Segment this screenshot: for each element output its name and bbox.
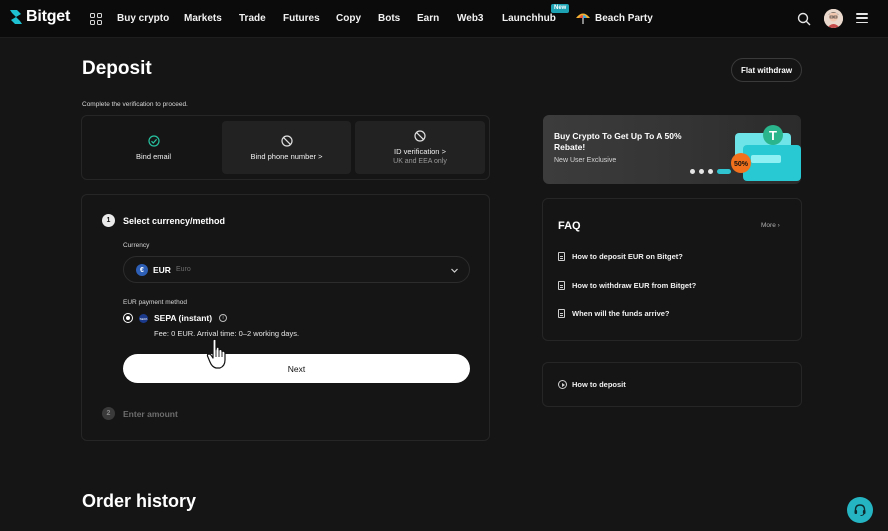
verify-step-label: Bind email	[135, 151, 172, 161]
umbrella-icon	[576, 13, 590, 24]
currency-select[interactable]: € EUR Euro	[123, 256, 470, 283]
carousel-dot[interactable]	[708, 169, 713, 174]
nav-bots[interactable]: Bots	[378, 13, 400, 24]
play-circle-icon	[558, 380, 567, 389]
faq-item-label: How to withdraw EUR from Bitget?	[572, 281, 697, 290]
hamburger-menu-icon[interactable]	[856, 13, 868, 23]
verification-note: Complete the verification to proceed.	[82, 101, 188, 108]
nav-copy[interactable]: Copy	[336, 13, 361, 24]
apps-grid-icon[interactable]	[90, 13, 102, 25]
faq-item-label: When will the funds arrive?	[572, 309, 670, 318]
order-history-title: Order history	[82, 491, 197, 511]
step-title: Enter amount	[123, 409, 178, 419]
promo-subtitle: New User Exclusive	[554, 157, 617, 164]
new-badge: New	[551, 4, 570, 13]
document-icon	[558, 281, 565, 290]
svg-text:T: T	[769, 128, 777, 143]
verify-step-email: Bind email	[88, 121, 219, 174]
faq-title: FAQ	[558, 220, 581, 232]
verify-step-phone[interactable]: Bind phone number >	[222, 121, 351, 174]
nav-launchhub[interactable]: Launchhub	[502, 13, 556, 24]
faq-item[interactable]: When will the funds arrive?	[558, 309, 670, 318]
brand-name: Bitget	[26, 8, 71, 25]
sepa-radio[interactable]	[123, 313, 133, 323]
faq-more-label: More	[761, 222, 776, 229]
carousel-dot[interactable]	[699, 169, 704, 174]
step-title: Select currency/method	[123, 216, 226, 226]
how-to-deposit-card[interactable]: How to deposit	[542, 362, 802, 407]
flat-withdraw-button[interactable]: Flat withdraw	[731, 58, 802, 82]
currency-code: EUR	[153, 265, 171, 275]
nav-earn[interactable]: Earn	[417, 13, 439, 24]
check-circle-icon	[147, 134, 160, 147]
promo-badge: 50%	[734, 161, 749, 168]
info-icon[interactable]: i	[219, 314, 227, 322]
search-icon[interactable]	[797, 12, 811, 26]
nav-markets[interactable]: Markets	[184, 13, 222, 24]
payment-method-name[interactable]: SEPA (instant)	[154, 313, 212, 323]
bitget-logo-icon	[10, 10, 22, 24]
avatar-face-icon	[824, 9, 843, 28]
headset-icon	[854, 504, 866, 516]
nav-web3[interactable]: Web3	[457, 13, 484, 24]
top-nav: Bitget Buy crypto Markets Trade Futures …	[0, 0, 888, 38]
nav-beach-party[interactable]: Beach Party	[595, 13, 653, 24]
block-icon	[414, 130, 426, 142]
carousel-dot-active[interactable]	[717, 169, 731, 174]
verify-step-label: ID verification >	[394, 147, 446, 156]
verification-steps: Bind email Bind phone number > ID verifi…	[81, 115, 490, 180]
promo-title: Buy Crypto To Get Up To A 50% Rebate!	[554, 131, 682, 152]
sepa-icon: SEPA	[139, 314, 148, 323]
verify-step-label: Bind phone number >	[250, 151, 323, 161]
verify-step-sub: UK and EEA only	[393, 158, 447, 165]
support-chat-button[interactable]	[847, 497, 873, 523]
user-avatar[interactable]	[824, 9, 843, 28]
step-number: 2	[102, 407, 115, 420]
carousel-dot[interactable]	[690, 169, 695, 174]
verify-step-id[interactable]: ID verification > UK and EEA only	[355, 121, 485, 174]
euro-coin-icon: €	[136, 264, 148, 276]
fee-text: Fee: 0 EUR. Arrival time: 0–2 working da…	[154, 329, 300, 338]
faq-item[interactable]: How to deposit EUR on Bitget?	[558, 252, 683, 261]
promo-banner[interactable]: Buy Crypto To Get Up To A 50% Rebate! Ne…	[543, 115, 801, 184]
document-icon	[558, 309, 565, 318]
promo-card-illustration: T 50%	[731, 125, 801, 181]
faq-item-label: How to deposit EUR on Bitget?	[572, 252, 683, 261]
how-to-deposit-label: How to deposit	[572, 380, 626, 389]
currency-label: Currency	[123, 242, 150, 249]
faq-card: FAQ More › How to deposit EUR on Bitget?…	[542, 198, 802, 341]
nav-buy-crypto[interactable]: Buy crypto	[117, 13, 169, 24]
step-number: 1	[102, 214, 115, 227]
carousel-dots[interactable]	[690, 169, 731, 174]
page-title: Deposit	[82, 58, 152, 79]
currency-name: Euro	[176, 266, 191, 273]
chevron-down-icon	[451, 268, 458, 273]
nav-trade[interactable]: Trade	[239, 13, 266, 24]
bitget-logo[interactable]: Bitget	[9, 8, 70, 26]
payment-method-label: EUR payment method	[123, 299, 187, 306]
faq-more-link[interactable]: More ›	[761, 222, 780, 229]
hand-cursor-icon	[206, 338, 226, 369]
block-icon	[280, 134, 293, 147]
nav-futures[interactable]: Futures	[283, 13, 320, 24]
next-button[interactable]: Next	[123, 354, 470, 383]
faq-item[interactable]: How to withdraw EUR from Bitget?	[558, 281, 696, 290]
document-icon	[558, 252, 565, 261]
deposit-form: 1 Select currency/method Currency € EUR …	[81, 194, 490, 441]
